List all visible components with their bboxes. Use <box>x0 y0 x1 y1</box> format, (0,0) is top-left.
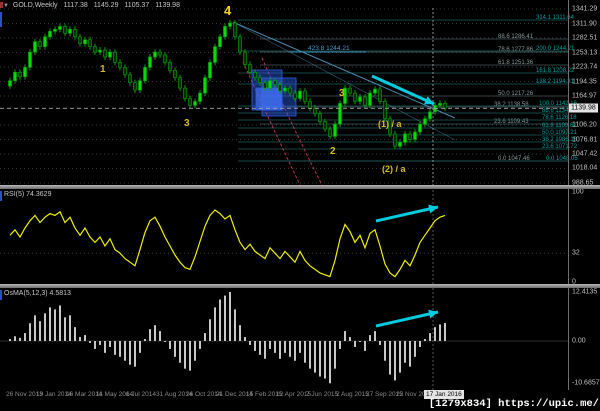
svg-text:423.8 1244.21: 423.8 1244.21 <box>308 45 350 52</box>
time-axis-label: 2 Aug 2015 <box>336 391 369 398</box>
price-tick: 1223.74 <box>572 63 598 71</box>
trend-arrow-rsi[interactable] <box>375 204 439 223</box>
svg-text:161.8 1208.22: 161.8 1208.22 <box>536 68 575 74</box>
rsi-label: RSI(5) 74.3629 <box>4 191 52 198</box>
chart-title: ▼ GOLD,Weekly 1117.38 1145.29 1105.37 11… <box>3 1 184 10</box>
svg-text:78.6 1277.86: 78.6 1277.86 <box>498 47 534 53</box>
svg-text:4: 4 <box>224 3 232 18</box>
pane-accent-osma <box>0 290 2 300</box>
price-tick: 1341.29 <box>572 5 598 13</box>
chevron-down-icon[interactable]: ▼ <box>3 3 9 9</box>
svg-text:50.0 1217.26: 50.0 1217.26 <box>498 91 534 97</box>
osma-histogram <box>9 292 446 384</box>
osma-tick: 12.4135 <box>572 288 598 296</box>
svg-text:23.6 1071.72: 23.6 1071.72 <box>542 144 578 150</box>
ohlc-low: 1105.37 <box>124 2 150 9</box>
pane-accent-rsi <box>0 191 2 201</box>
svg-text:88.6 1286.41: 88.6 1286.41 <box>498 34 534 40</box>
time-axis-label: 6 Jul 2014 <box>126 391 156 398</box>
svg-text:38.2 1138.58: 38.2 1138.58 <box>494 102 529 108</box>
main-chart-canvas[interactable]: 88.6 1286.41 78.6 1277.86 61.8 1251.36 50.0… <box>0 0 600 185</box>
ohlc-open: 1117.38 <box>63 2 88 9</box>
price-tick: 1253.13 <box>572 49 598 56</box>
svg-text:1: 1 <box>100 64 106 75</box>
osma-tick: -10.6857 <box>572 379 600 387</box>
svg-text:200.0 1244.21: 200.0 1244.21 <box>536 46 575 52</box>
price-tick: 1047.42 <box>572 150 598 158</box>
price-tick: 1311.90 <box>572 20 597 27</box>
price-tick: 1018.04 <box>572 164 598 172</box>
svg-text:2: 2 <box>330 146 336 157</box>
symbol-timeframe-label: GOLD,Weekly <box>12 2 58 9</box>
rsi-tick: 32 <box>572 249 580 257</box>
price-tick: 1106.20 <box>572 121 597 129</box>
pane-accent-main <box>0 12 2 27</box>
svg-text:(2) / a: (2) / a <box>382 164 407 174</box>
mt4-chart-window: ▼ GOLD,Weekly 1117.38 1145.29 1105.37 11… <box>0 0 600 411</box>
svg-text:3: 3 <box>339 88 345 99</box>
trend-arrow-osma[interactable] <box>375 309 439 328</box>
watermark-text: [1279x834] https://upic.me/ <box>428 398 599 410</box>
ohlc-high: 1145.29 <box>93 2 119 9</box>
price-tick: 1164.97 <box>572 92 597 100</box>
svg-text:3: 3 <box>184 118 190 129</box>
price-tick: 1282.51 <box>572 34 598 42</box>
price-tick: 1076.81 <box>572 136 598 143</box>
osma-tick: 0.00 <box>572 337 586 345</box>
pane-separator-2[interactable] <box>0 284 600 288</box>
ohlc-close: 1139.98 <box>155 2 180 9</box>
time-axis-label: 7 Jun 2015 <box>306 391 339 398</box>
price-tick: 1194.35 <box>572 78 597 85</box>
rsi-pane-canvas[interactable] <box>0 190 600 284</box>
pane-separator-1[interactable] <box>0 185 600 189</box>
osma-label: OsMA(5,12,3) 4.5813 <box>4 290 71 297</box>
svg-text:61.8 1251.36: 61.8 1251.36 <box>498 60 534 66</box>
price-axis-line <box>568 0 569 390</box>
osma-pane-canvas[interactable] <box>0 288 600 390</box>
svg-text:(1) / a: (1) / a <box>378 119 403 129</box>
svg-text:78.6 1126.18: 78.6 1126.18 <box>542 115 577 121</box>
candles <box>8 20 447 150</box>
current-price-box: 1139.98 <box>569 103 598 113</box>
rsi-tick: 100 <box>572 188 584 196</box>
